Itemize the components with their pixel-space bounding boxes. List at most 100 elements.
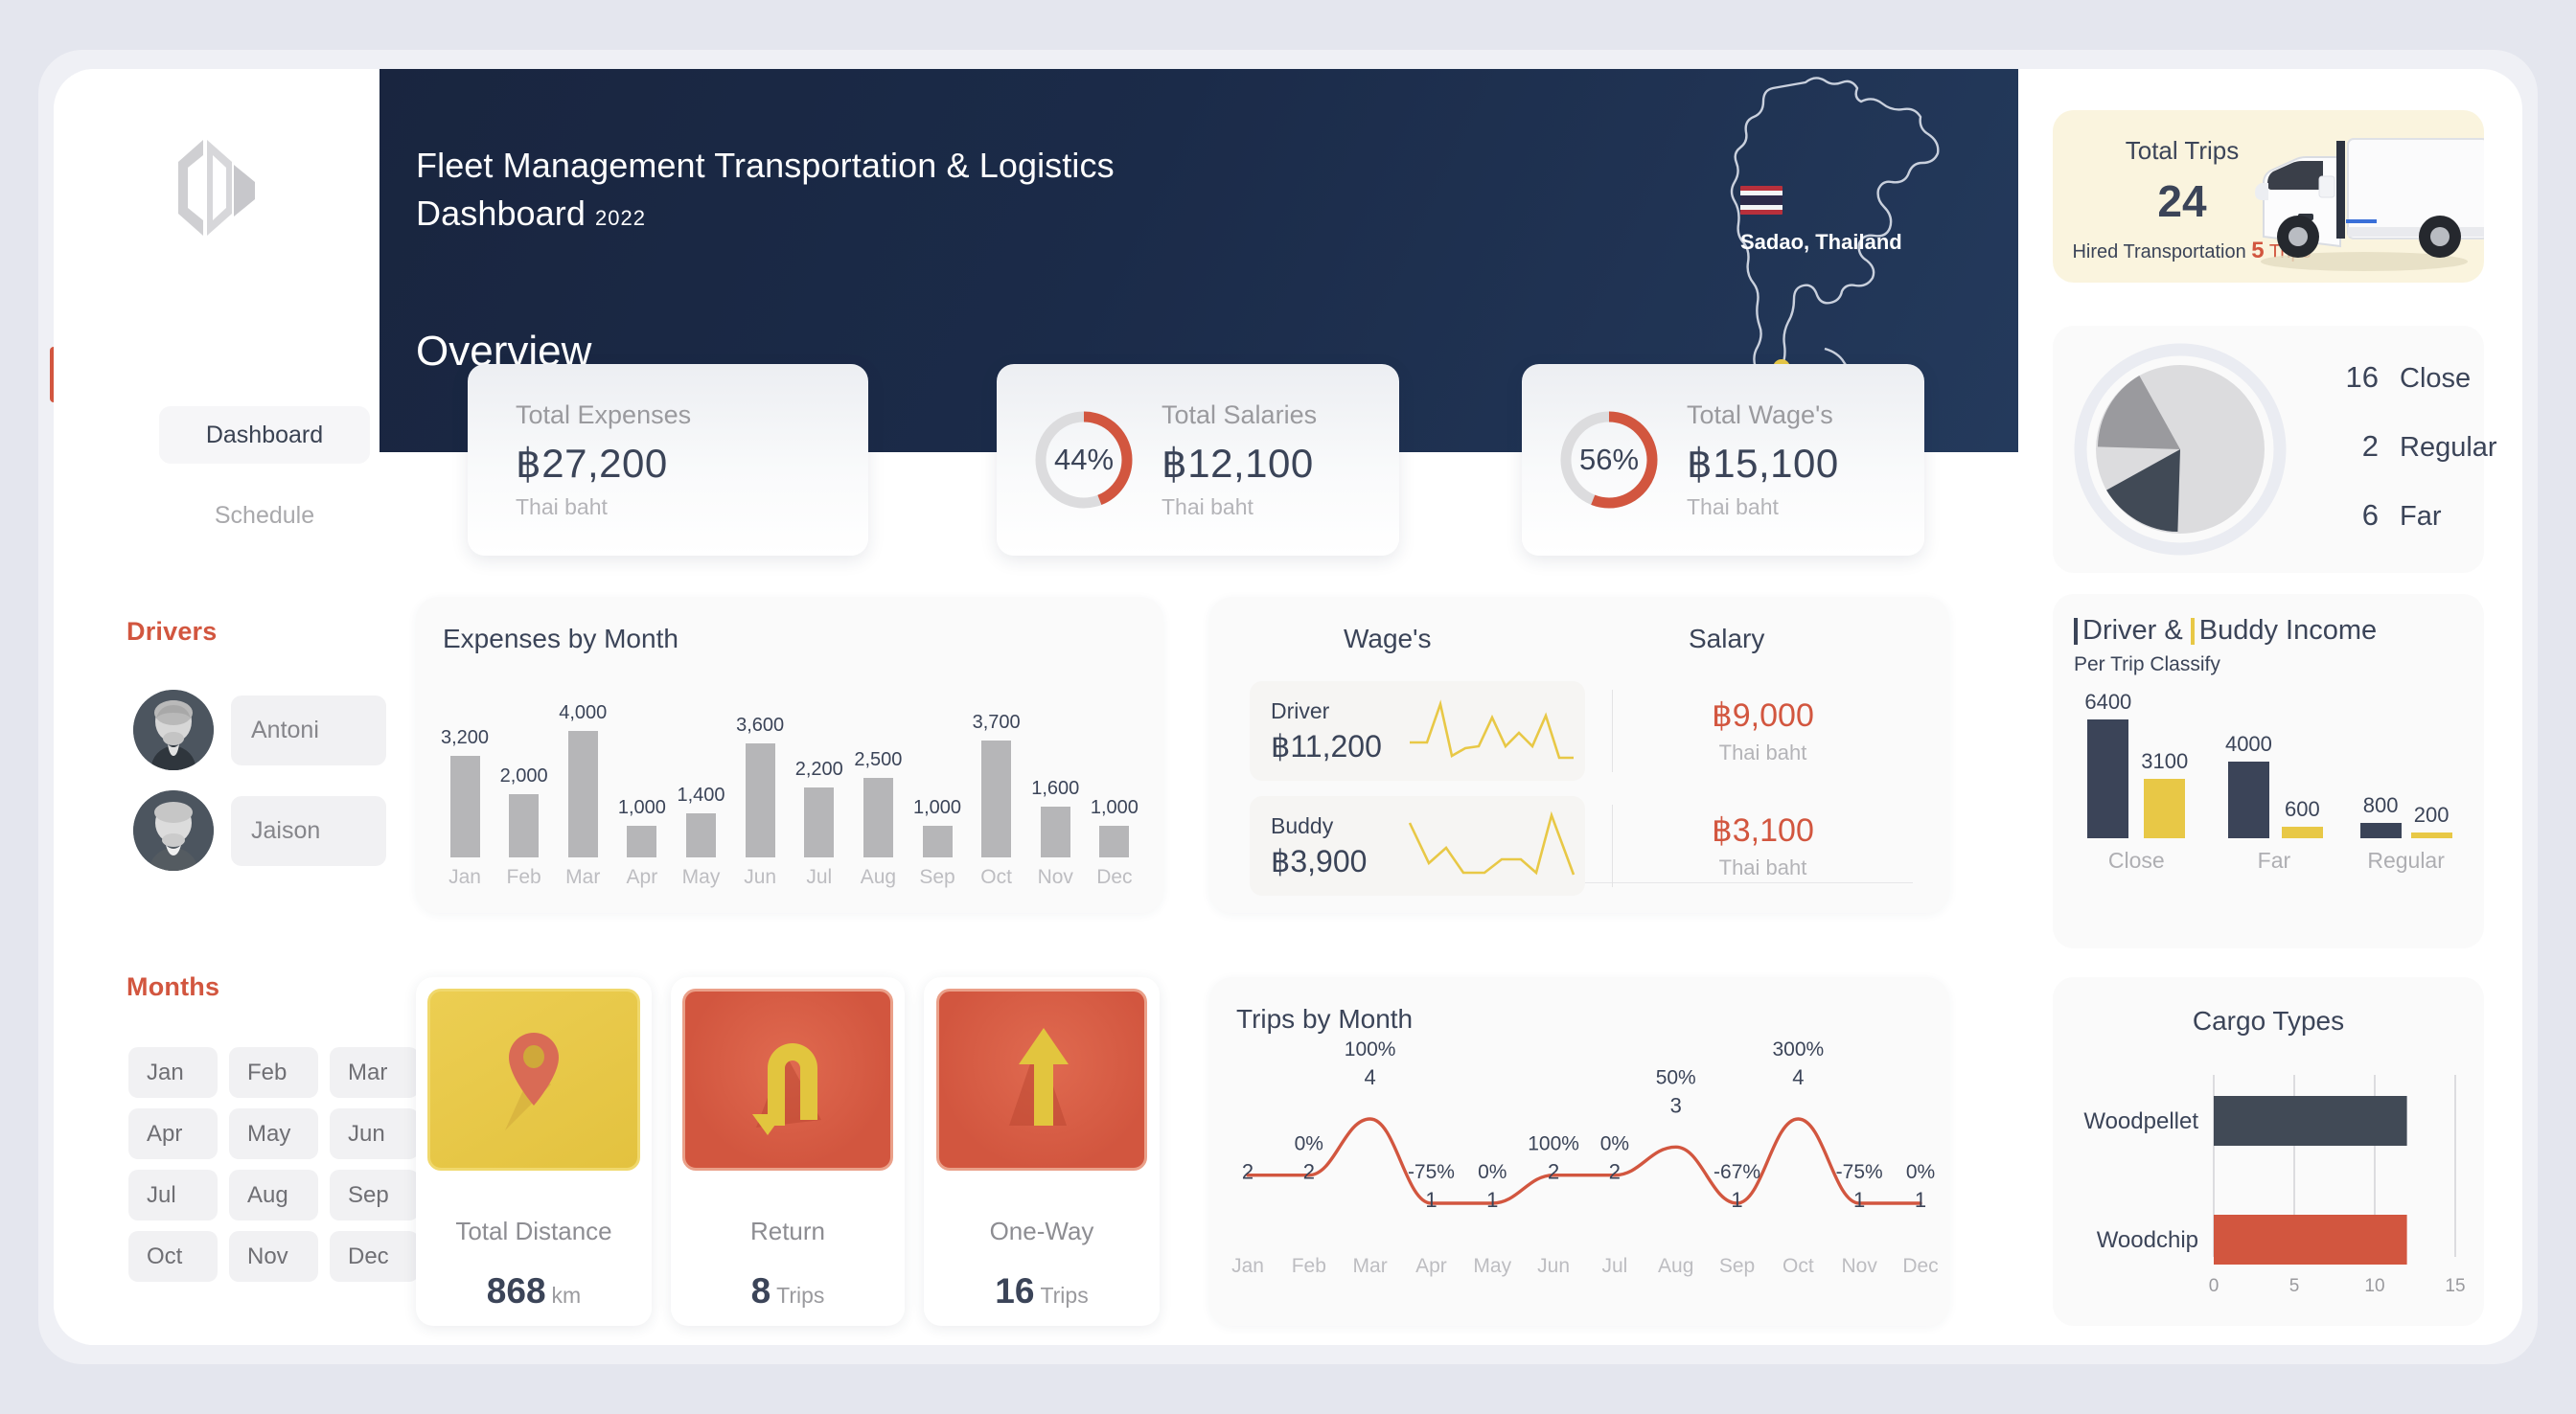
driver-name-chip: Antoni bbox=[231, 695, 386, 765]
cargo-types-bar-chart: 0 5 10 15 Woodpellet Woodchip bbox=[2083, 1075, 2466, 1296]
month-cell-sep[interactable]: Sep bbox=[330, 1170, 419, 1220]
month-cell-oct[interactable]: Oct bbox=[128, 1231, 218, 1282]
truck-icon bbox=[2255, 138, 2484, 271]
income-value-label: 800 bbox=[2362, 793, 2399, 817]
panel-title: Expenses by Month bbox=[443, 624, 678, 653]
tile-one-way[interactable]: One-Way 16 Trips bbox=[924, 977, 1160, 1326]
x-axis-tick-label: 15 bbox=[2445, 1276, 2465, 1296]
driver-legend-swatch bbox=[2074, 617, 2078, 645]
trips-percent-label: 300% bbox=[1773, 1038, 1825, 1060]
tile-unit: km bbox=[551, 1283, 582, 1308]
month-cell-feb[interactable]: Feb bbox=[229, 1047, 318, 1098]
bar-category-label: Jun bbox=[744, 866, 777, 888]
kpi-card-total-salaries[interactable]: 44% Total Salaries ฿12,100 Thai baht bbox=[997, 364, 1399, 556]
brand-logo[interactable] bbox=[54, 136, 380, 239]
avatar bbox=[133, 690, 214, 770]
bar bbox=[2410, 832, 2452, 838]
legend-value: 16 bbox=[2345, 360, 2379, 394]
month-cell-apr[interactable]: Apr bbox=[128, 1108, 218, 1159]
trip-distance-pie-card: 16 Close 2 Regular 6 Far bbox=[2053, 326, 2497, 573]
trips-value-label: 2 bbox=[1303, 1160, 1315, 1184]
bar bbox=[804, 787, 835, 857]
income-category-label: Close bbox=[2107, 848, 2165, 873]
month-cell-jan[interactable]: Jan bbox=[128, 1047, 218, 1098]
tile-value: 868 km bbox=[416, 1271, 652, 1311]
month-cell-jun[interactable]: Jun bbox=[330, 1108, 419, 1159]
month-label: Mar bbox=[348, 1059, 388, 1085]
bar-category-label: Apr bbox=[626, 866, 658, 888]
trips-value-label: 1 bbox=[1731, 1188, 1742, 1212]
bar-category-label: Nov bbox=[1037, 866, 1073, 888]
driver-wage-card: Driver ฿11,200 bbox=[1250, 681, 1585, 781]
buddy-wage-card: Buddy ฿3,900 bbox=[1250, 796, 1585, 896]
bar-category-label: Sep bbox=[919, 866, 955, 888]
kpi-card-total-expenses[interactable]: Total Expenses ฿27,200 Thai baht bbox=[468, 364, 868, 556]
kpi-unit: Thai baht bbox=[1687, 493, 1779, 519]
kpi-card-total-wages[interactable]: 56% Total Wage's ฿15,100 Thai baht bbox=[1522, 364, 1924, 556]
month-cell-nov[interactable]: Nov bbox=[229, 1231, 318, 1282]
month-label: Aug bbox=[247, 1181, 288, 1208]
bar bbox=[2087, 719, 2129, 838]
kpi-unit: Thai baht bbox=[516, 493, 608, 519]
income-value-label: 200 bbox=[2413, 803, 2450, 827]
trip-distance-pie-chart bbox=[2074, 343, 2287, 556]
trips-percent-label: 100% bbox=[1528, 1133, 1579, 1155]
bar-category-label: Oct bbox=[980, 866, 1012, 888]
total-trips-card[interactable]: Total Trips 24 Hired Transportation 5 Tr… bbox=[2053, 110, 2484, 283]
month-cell-aug[interactable]: Aug bbox=[229, 1170, 318, 1220]
kpi-percent: 56% bbox=[1578, 443, 1640, 476]
role-label: Driver bbox=[1271, 697, 1330, 723]
month-cell-jul[interactable]: Jul bbox=[128, 1170, 218, 1220]
income-bar-driver: 6400 bbox=[2084, 690, 2131, 838]
sidebar: Dashboard Schedule Drivers Antoni Jaison… bbox=[54, 69, 419, 1345]
bar-column: 1,000 Sep bbox=[913, 797, 961, 889]
wage-amount: ฿3,900 bbox=[1271, 843, 1368, 878]
trips-month-label: Feb bbox=[1292, 1255, 1326, 1277]
income-value-label: 600 bbox=[2285, 797, 2320, 821]
income-category-label: Far bbox=[2257, 848, 2291, 873]
pie-legend: 16 Close 2 Regular 6 Far bbox=[2331, 360, 2497, 567]
title-year: 2022 bbox=[595, 205, 646, 230]
kpi-value: ฿15,100 bbox=[1687, 440, 1839, 486]
driver-name-chip: Jaison bbox=[231, 795, 386, 866]
list-item[interactable]: Antoni bbox=[133, 690, 386, 770]
buddy-legend-swatch bbox=[2190, 617, 2195, 645]
income-group: 800 200 Regular bbox=[2359, 690, 2452, 874]
trips-value-label: 4 bbox=[1792, 1065, 1804, 1089]
trips-value-label: 3 bbox=[1670, 1093, 1682, 1117]
x-axis-tick-label: 10 bbox=[2364, 1276, 2384, 1296]
tile-return[interactable]: Return 8 Trips bbox=[671, 977, 905, 1326]
income-title-driver: Driver & bbox=[2082, 615, 2183, 646]
tile-value: 8 Trips bbox=[671, 1271, 905, 1311]
title-line-1: Fleet Management Transportation & Logist… bbox=[416, 146, 1115, 185]
salary-column-header: Salary bbox=[1689, 624, 1765, 653]
month-cell-dec[interactable]: Dec bbox=[330, 1231, 419, 1282]
bar-value-label: 1,000 bbox=[617, 797, 666, 818]
income-value-label: 3100 bbox=[2141, 749, 2189, 773]
trips-month-label: Sep bbox=[1719, 1255, 1755, 1277]
bar-value-label: 2,200 bbox=[794, 759, 843, 780]
month-cell-may[interactable]: May bbox=[229, 1108, 318, 1159]
month-label: May bbox=[247, 1120, 291, 1147]
trips-month-label: Aug bbox=[1658, 1255, 1693, 1277]
legend-label: Regular bbox=[2400, 432, 2497, 463]
location-pin-icon bbox=[427, 989, 640, 1171]
trips-value-label: 4 bbox=[1365, 1065, 1376, 1089]
bar-value-label: 3,600 bbox=[736, 715, 785, 736]
month-label: Jul bbox=[147, 1181, 176, 1208]
bar-value-label: 1,600 bbox=[1031, 778, 1080, 799]
tile-total-distance[interactable]: Total Distance 868 km bbox=[416, 977, 652, 1326]
trips-month-label: Jun bbox=[1537, 1255, 1570, 1277]
list-item[interactable]: Jaison bbox=[133, 790, 386, 871]
sidebar-item-schedule[interactable]: Schedule bbox=[159, 487, 370, 544]
bar-column: 1,400 May bbox=[677, 785, 724, 889]
hired-transportation-label: Hired Transportation bbox=[2072, 241, 2246, 262]
month-cell-mar[interactable]: Mar bbox=[330, 1047, 419, 1098]
trips-month-label: Jul bbox=[1601, 1255, 1627, 1277]
driver-photo-icon bbox=[133, 790, 214, 871]
role-label: Buddy bbox=[1271, 812, 1334, 838]
sidebar-item-dashboard[interactable]: Dashboard bbox=[159, 406, 370, 464]
bar-category-label: Jan bbox=[448, 866, 481, 888]
bar-category-label: Jul bbox=[806, 866, 833, 888]
x-axis-tick-label: 5 bbox=[2289, 1276, 2300, 1296]
